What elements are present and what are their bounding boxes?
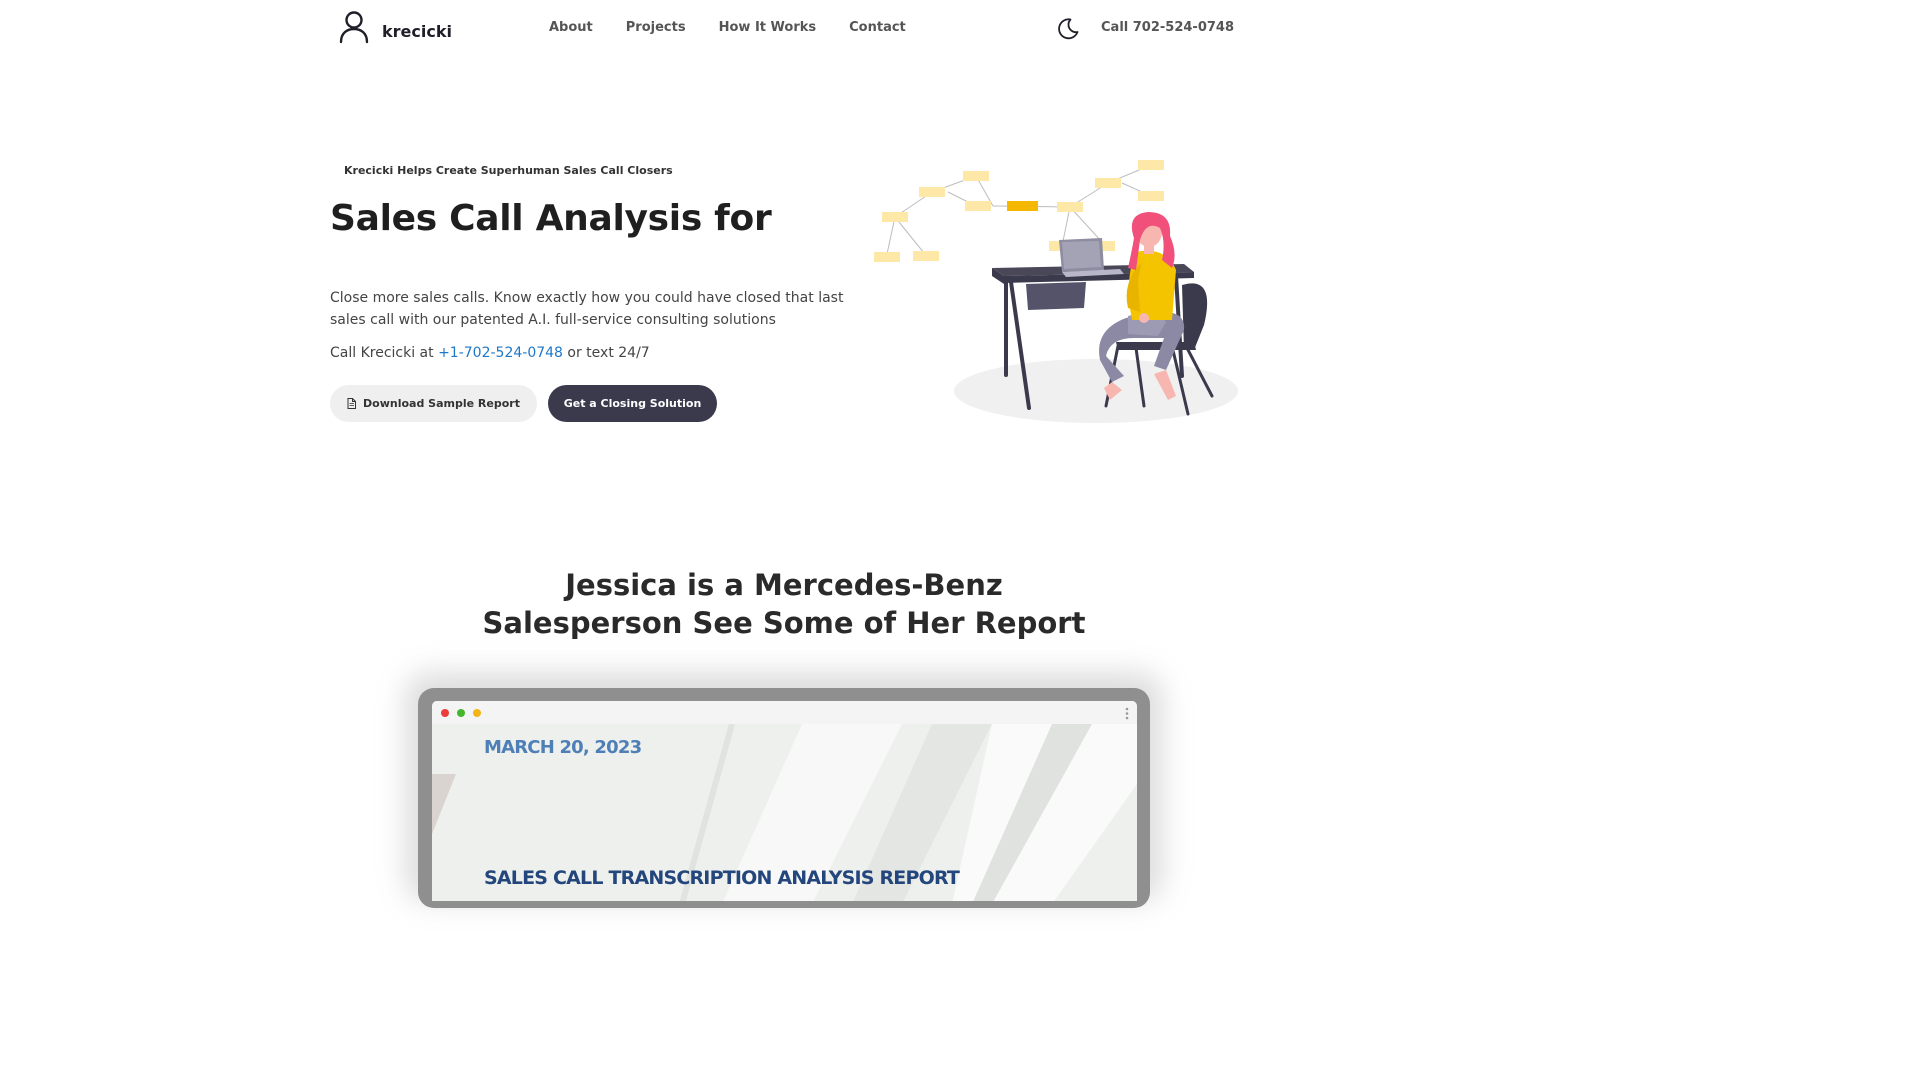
hero-title: Sales Call Analysis for: [330, 198, 772, 239]
report-title: SALES CALL TRANSCRIPTION ANALYSIS REPORT: [484, 867, 960, 889]
browser-title-bar: [432, 701, 1137, 725]
brand-logo[interactable]: krecicki: [338, 10, 452, 44]
window-minimize-dot: [473, 709, 481, 717]
phone-link[interactable]: +1-702-524-0748: [438, 345, 563, 361]
nav-how-it-works[interactable]: How It Works: [719, 20, 817, 35]
nav-about[interactable]: About: [549, 20, 593, 35]
report-preview-window: MARCH 20, 2023 SALES CALL TRANSCRIPTION …: [432, 701, 1137, 901]
hero-tagline: Krecicki Helps Create Superhuman Sales C…: [344, 164, 673, 177]
woman-at-desk-illustration: [874, 160, 1238, 423]
window-maximize-dot: [457, 709, 465, 717]
section-title-line-1: Jessica is a Mercedes-Benz: [565, 568, 1003, 602]
report-date: MARCH 20, 2023: [484, 737, 642, 758]
call-suffix: or text 24/7: [562, 345, 650, 361]
hero-description: Close more sales calls. Know exactly how…: [330, 290, 844, 328]
closing-solution-button[interactable]: Get a Closing Solution: [548, 385, 717, 422]
document-icon: [347, 398, 357, 409]
download-report-button[interactable]: Download Sample Report: [330, 385, 537, 422]
section-title-line-2: Salesperson See Some of Her Report: [482, 606, 1086, 640]
brand-name: krecicki: [382, 21, 452, 41]
header-call-link[interactable]: Call 702-524-0748: [1101, 20, 1234, 35]
nav-projects[interactable]: Projects: [626, 20, 686, 35]
nav-contact[interactable]: Contact: [849, 20, 906, 35]
window-close-dot: [441, 709, 449, 717]
report-page: MARCH 20, 2023 SALES CALL TRANSCRIPTION …: [432, 724, 1137, 901]
section-title: Jessica is a Mercedes-Benz Salesperson S…: [0, 566, 1568, 642]
main-nav: About Projects How It Works Contact: [549, 20, 939, 35]
site-header: krecicki About Projects How It Works Con…: [0, 0, 1568, 56]
more-vertical-icon: [1125, 707, 1129, 720]
user-icon: [339, 11, 369, 44]
hero-call-text: Call Krecicki at +1-702-524-0748 or text…: [330, 345, 650, 361]
download-report-label: Download Sample Report: [363, 397, 520, 410]
theme-toggle-button[interactable]: [1056, 17, 1080, 41]
moon-icon: [1058, 18, 1079, 40]
call-prefix: Call Krecicki at: [330, 345, 439, 361]
